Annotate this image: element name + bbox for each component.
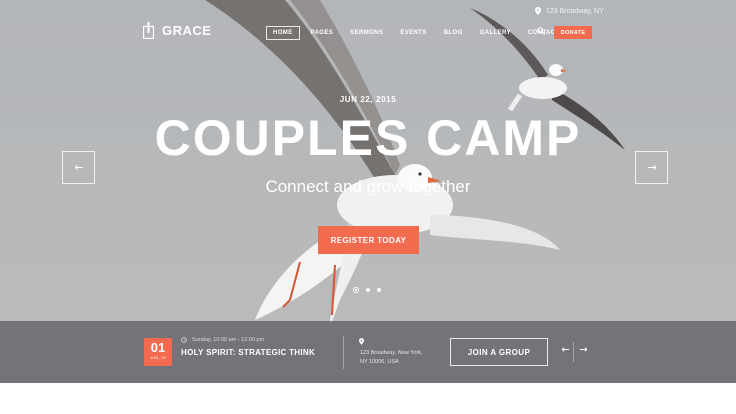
event-address-line2: NY 10006, USA	[360, 359, 399, 365]
hero-subtitle: Connect and grow together	[265, 177, 471, 196]
hero-date: JUN 22, 2015	[339, 95, 397, 104]
slider-dot[interactable]	[366, 288, 370, 292]
arrow-left-icon[interactable]	[562, 347, 569, 352]
nav-home[interactable]: HOME	[266, 26, 300, 40]
logo-cross-icon	[143, 22, 154, 39]
logo-text: GRACE	[162, 23, 212, 38]
event-address-line1: 123 Broadway, New York,	[360, 350, 423, 356]
location-pin-icon	[535, 7, 541, 15]
event-bar: 01 JUN, 15 Sunday, 10:00 am - 12:00 pm H…	[0, 321, 736, 383]
event-nav-divider	[573, 342, 574, 362]
search-icon[interactable]	[537, 27, 545, 35]
join-group-button[interactable]: JOIN A GROUP	[450, 338, 548, 366]
arrow-left-icon	[74, 165, 83, 170]
location-pin-icon	[359, 338, 364, 345]
hero-title: COUPLES CAMP	[154, 110, 582, 166]
event-address: 123 Broadway, New York, NY 10006, USA	[360, 349, 440, 367]
event-day: 01	[150, 340, 166, 355]
header-address: 123 Broadway, NY	[535, 7, 604, 15]
arrow-right-icon	[647, 165, 656, 170]
nav-sermons[interactable]: SERMONS	[344, 27, 389, 39]
slider-prev-button[interactable]	[62, 151, 95, 184]
event-month: JUN, 15	[150, 355, 166, 360]
event-title[interactable]: HOLY SPIRIT: STRATEGIC THINK	[181, 348, 331, 358]
nav-gallery[interactable]: GALLERY	[474, 27, 517, 39]
hero-slider: 123 Broadway, NY GRACE HOME PAGES SERMON…	[0, 0, 736, 383]
slider-dot[interactable]	[377, 288, 381, 292]
register-button[interactable]: REGISTER TODAY	[318, 226, 419, 254]
arrow-right-icon[interactable]	[580, 347, 587, 352]
event-divider	[343, 336, 344, 369]
nav-pages[interactable]: PAGES	[305, 27, 340, 39]
event-time-text: Sunday, 10:00 am - 12:00 pm	[192, 337, 265, 343]
event-date-badge: 01 JUN, 15	[144, 338, 172, 366]
site-logo[interactable]: GRACE	[143, 22, 211, 39]
header-address-text: 123 Broadway, NY	[546, 7, 604, 15]
clock-icon	[181, 337, 187, 343]
donate-button[interactable]: DONATE	[554, 26, 592, 39]
event-time: Sunday, 10:00 am - 12:00 pm	[181, 337, 264, 343]
slider-dots	[353, 287, 381, 293]
nav-blog[interactable]: BLOG	[438, 27, 469, 39]
main-nav: HOME PAGES SERMONS EVENTS BLOG GALLERY C…	[266, 26, 575, 40]
slider-next-button[interactable]	[635, 151, 668, 184]
nav-events[interactable]: EVENTS	[394, 27, 432, 39]
slider-dot[interactable]	[353, 287, 359, 293]
